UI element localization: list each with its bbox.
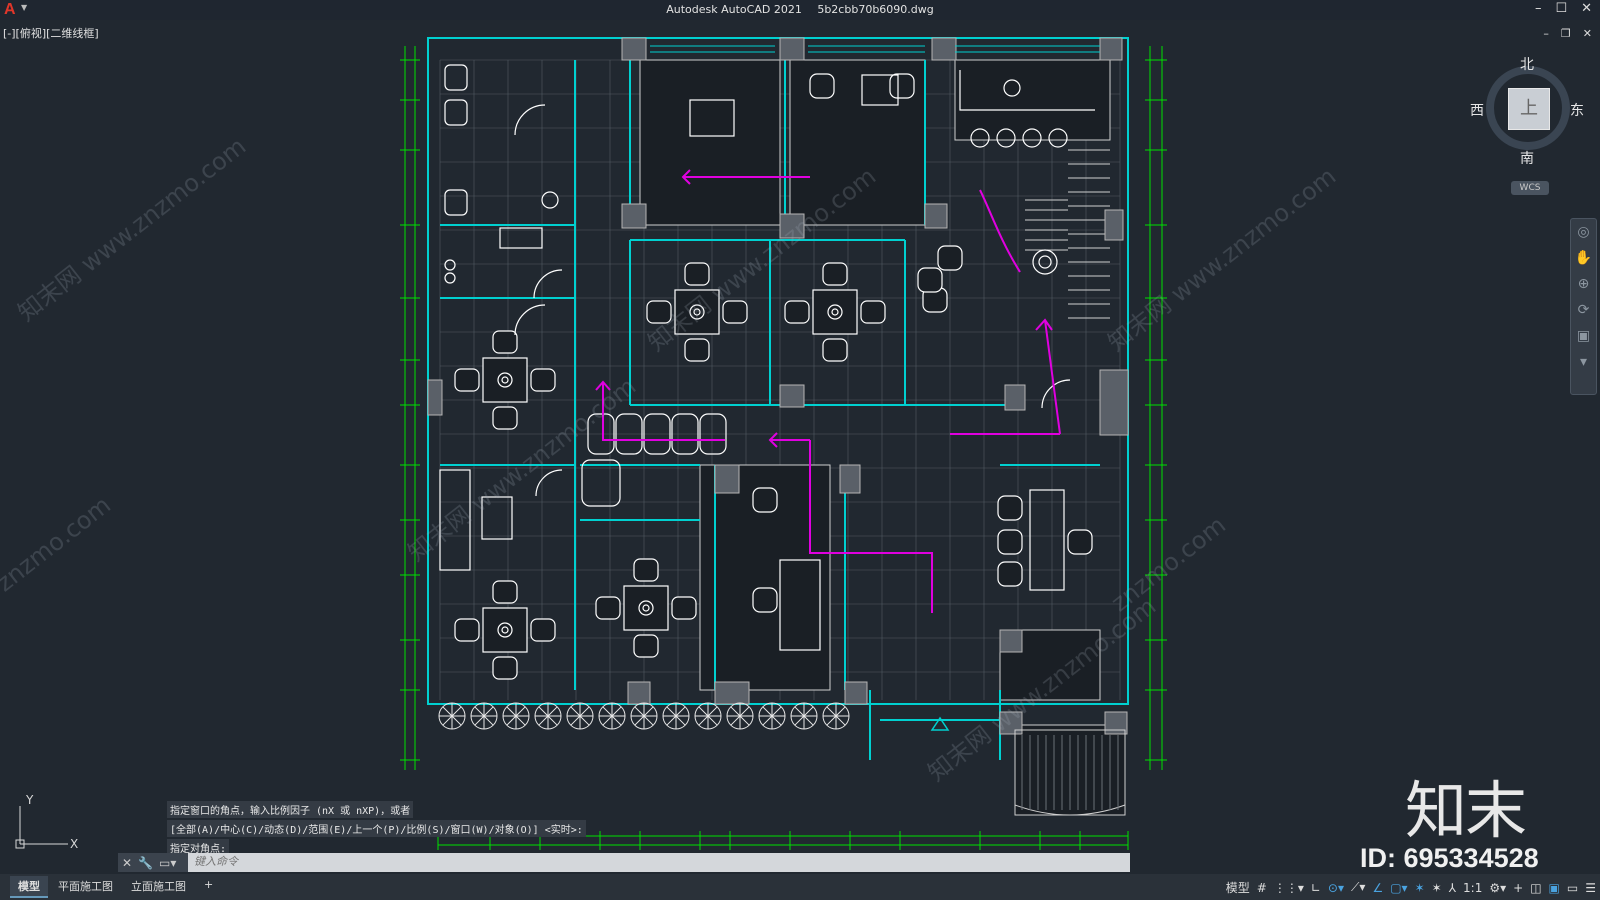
drawing-canvas[interactable]: [0, 0, 1600, 900]
customization-menu-icon[interactable]: ☰: [1585, 881, 1596, 895]
clean-screen-icon[interactable]: ▭: [1567, 881, 1578, 895]
gear-icon[interactable]: ⚙▾: [1489, 881, 1506, 895]
viewcube[interactable]: 上 北 南 西 东: [1470, 57, 1584, 167]
ucs-y-label: Y: [25, 794, 34, 807]
viewcube-top-face[interactable]: 上: [1508, 88, 1550, 130]
wcs-menu[interactable]: WCS: [1511, 181, 1549, 195]
command-history-line: [全部(A)/中心(C)/动态(D)/范围(E)/上一个(P)/比例(S)/窗口…: [167, 820, 586, 837]
ucs-x-label: X: [70, 837, 78, 851]
tab-elevation-drawing[interactable]: 立面施工图: [123, 876, 194, 898]
annotation-scale-icon[interactable]: ⅄: [1449, 881, 1456, 895]
hardware-acceleration-icon[interactable]: ▣: [1549, 881, 1560, 895]
showmotion-icon[interactable]: ▣: [1571, 323, 1596, 349]
close-button[interactable]: ✕: [1581, 1, 1592, 16]
isolate-objects-icon[interactable]: ◫: [1530, 881, 1541, 895]
compass-north[interactable]: 北: [1520, 54, 1534, 74]
app-title: Autodesk AutoCAD 2021: [666, 3, 802, 16]
brand-id: ID: 695334528: [1360, 843, 1539, 873]
compass-west[interactable]: 西: [1470, 100, 1484, 120]
doc-restore-button[interactable]: ❐: [1561, 27, 1571, 40]
tab-plan-drawing[interactable]: 平面施工图: [50, 876, 121, 898]
windows: [650, 45, 1100, 53]
orbit-icon[interactable]: ⟳: [1571, 297, 1596, 323]
file-name: 5b2cbb70b6090.dwg: [817, 3, 934, 16]
document-controls: – ❐ ✕: [1543, 27, 1592, 40]
command-input[interactable]: [192, 855, 996, 869]
recent-commands-icon[interactable]: ▭▾: [159, 856, 176, 870]
close-command-icon[interactable]: ✕: [122, 856, 132, 870]
status-tools: 模型 # ⋮⋮▾ ∟ ⊙▾ ⟋▾ ∠ ▢▾ ✶ ✶ ⅄ 1:1 ⚙▾ + ◫ ▣…: [1226, 879, 1596, 896]
window-title: Autodesk AutoCAD 2021 5b2cbb70b6090.dwg: [0, 3, 1600, 16]
plus-icon[interactable]: +: [1513, 881, 1523, 895]
steering-wheel-icon[interactable]: ◎: [1571, 219, 1596, 245]
title-bar: A ▼ Autodesk AutoCAD 2021 5b2cbb70b6090.…: [0, 0, 1600, 20]
polar-tracking-icon[interactable]: ⊙▾: [1328, 881, 1344, 895]
customize-icon[interactable]: 🔧: [138, 856, 153, 870]
maximize-button[interactable]: ☐: [1555, 1, 1567, 16]
object-snap-icon[interactable]: ▢▾: [1390, 881, 1407, 895]
annotation-scale-value[interactable]: 1:1: [1463, 881, 1482, 895]
doc-minimize-button[interactable]: –: [1543, 27, 1549, 40]
isodraft-icon[interactable]: ⟋▾: [1351, 880, 1365, 895]
viewport-controls[interactable]: [-][俯视][二维线框]: [3, 25, 99, 41]
command-history-line: 指定窗口的角点，输入比例因子 (nX 或 nXP)，或者: [167, 801, 414, 818]
navigation-bar: ◎ ✋ ⊕ ⟳ ▣ ▾: [1570, 218, 1597, 395]
annotation-autoscale-icon[interactable]: ✶: [1432, 881, 1442, 895]
command-history: 指定窗口的角点，输入比例因子 (nX 或 nXP)，或者 [全部(A)/中心(C…: [167, 801, 586, 858]
snap-icon[interactable]: ⋮⋮▾: [1274, 881, 1304, 895]
doc-close-button[interactable]: ✕: [1583, 27, 1592, 40]
command-line-tools: ✕ 🔧 ▭▾: [118, 853, 188, 872]
ortho-icon[interactable]: ∟: [1311, 881, 1321, 895]
compass-east[interactable]: 东: [1570, 100, 1584, 120]
ucs-icon: Y X: [15, 794, 78, 851]
layout-tabs: 模型 平面施工图 立面施工图 +: [10, 876, 222, 898]
brand-logo: 知末: [1405, 774, 1527, 847]
model-space-button[interactable]: 模型: [1226, 879, 1250, 896]
object-snap-tracking-icon[interactable]: ∠: [1372, 881, 1383, 895]
tab-model[interactable]: 模型: [10, 876, 48, 898]
minimize-button[interactable]: –: [1535, 1, 1542, 16]
add-layout-button[interactable]: +: [196, 876, 222, 898]
compass-south[interactable]: 南: [1520, 148, 1534, 168]
zoom-icon[interactable]: ⊕: [1571, 271, 1596, 297]
grid-icon[interactable]: #: [1257, 881, 1267, 895]
annotation-visibility-icon[interactable]: ✶: [1415, 881, 1425, 895]
pan-icon[interactable]: ✋: [1571, 245, 1596, 271]
navbar-menu-icon[interactable]: ▾: [1571, 349, 1596, 375]
window-controls: – ☐ ✕: [1535, 1, 1592, 16]
